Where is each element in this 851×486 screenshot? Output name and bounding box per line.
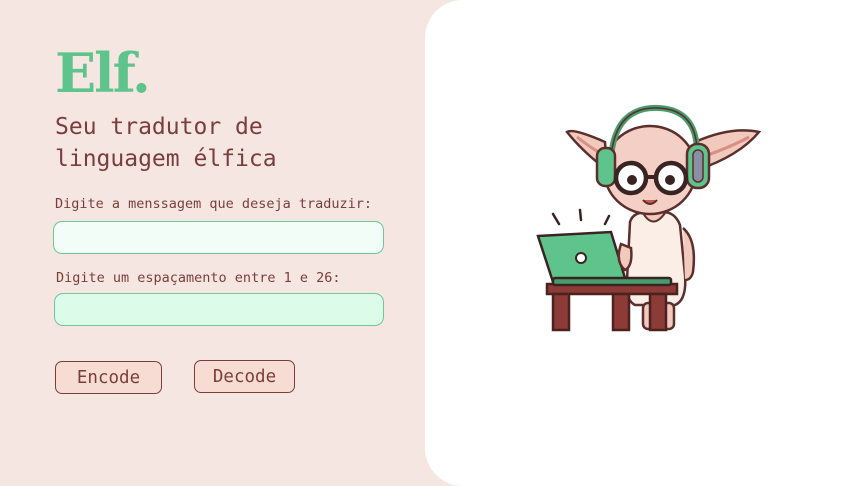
message-input[interactable] <box>53 221 384 254</box>
logo: Elf. <box>55 41 151 105</box>
decode-button[interactable]: Decode <box>194 360 295 393</box>
form-panel: Elf. Seu tradutor de linguagem élfica Di… <box>0 0 440 486</box>
message-label: Digite a menssagem que deseja traduzir: <box>55 196 372 212</box>
page: Elf. Seu tradutor de linguagem élfica Di… <box>0 0 851 486</box>
encode-button[interactable]: Encode <box>55 361 162 394</box>
shift-label: Digite um espaçamento entre 1 e 26: <box>56 270 341 286</box>
page-subtitle: Seu tradutor de linguagem élfica <box>55 114 277 172</box>
illustration-panel <box>425 0 851 486</box>
shift-input[interactable] <box>54 293 384 326</box>
elf-with-headphones-and-laptop-icon <box>536 104 762 332</box>
